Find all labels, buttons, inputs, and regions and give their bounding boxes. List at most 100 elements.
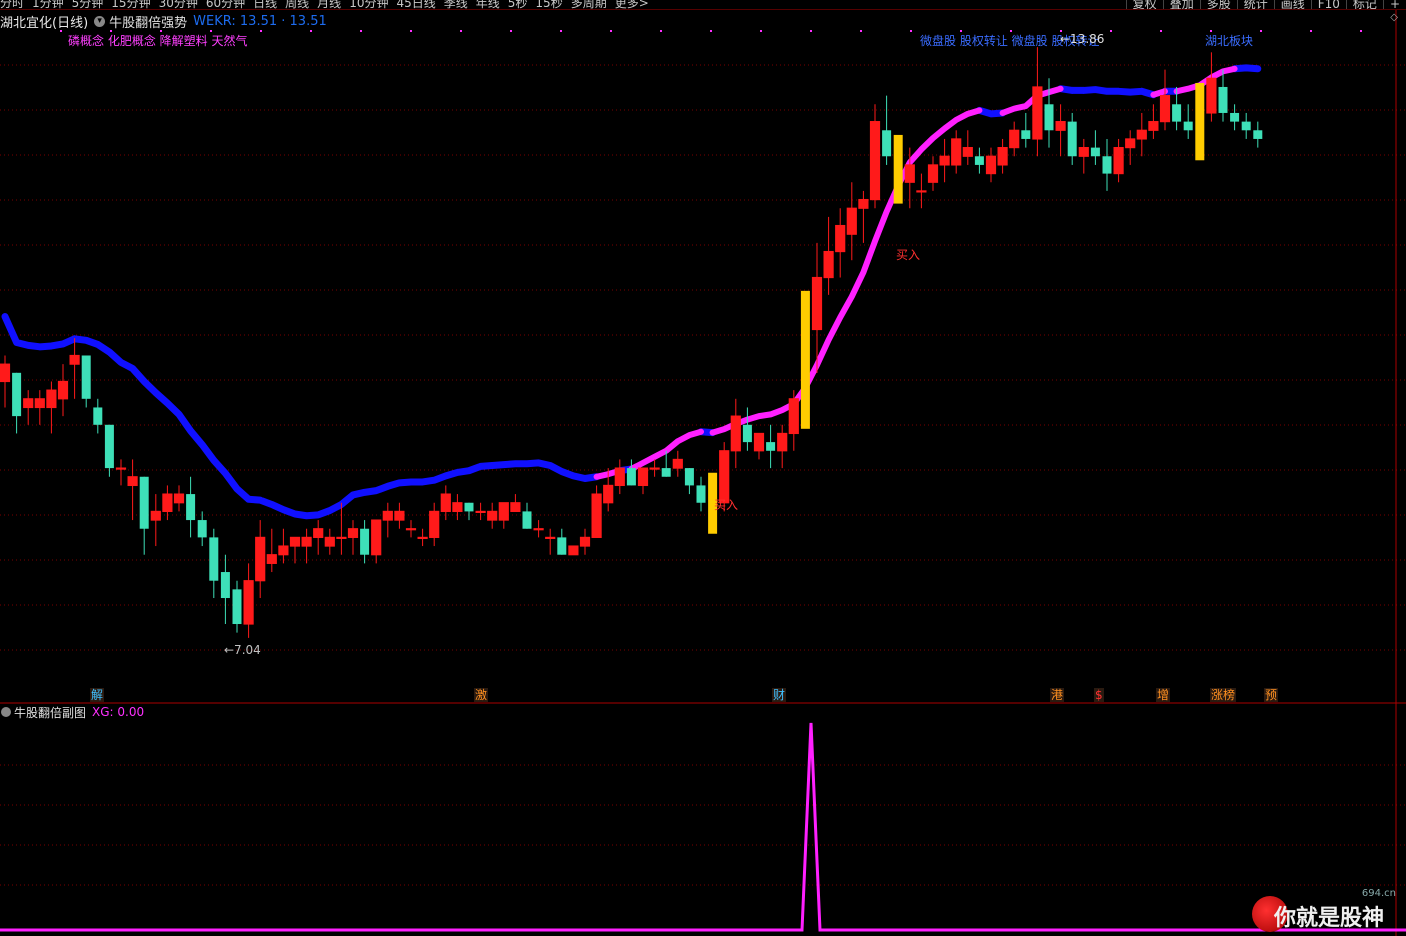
candle-body [1067, 121, 1077, 157]
tool-button-7[interactable]: + [1382, 0, 1406, 9]
candle-body [1125, 138, 1135, 148]
high-price-label: ←13.86 [1060, 32, 1105, 46]
candle-body [290, 537, 300, 547]
candle-body [963, 147, 973, 157]
candle-body [429, 511, 439, 538]
period-tab-5[interactable]: 60分钟 [206, 0, 253, 9]
tool-buttons: 复权 叠加 多股 统计 画线 F10 标记 + [1125, 0, 1406, 9]
tool-button-1[interactable]: 叠加 [1162, 0, 1200, 9]
sub-indicator-name[interactable]: 牛股翻倍副图 [14, 704, 86, 721]
candle-body [81, 355, 91, 399]
period-tab-1[interactable]: 1分钟 [32, 0, 72, 9]
candle-body [951, 138, 961, 165]
kline-chart[interactable] [0, 0, 1406, 936]
candle-body [46, 390, 56, 408]
low-price-label: ←7.04 [224, 643, 261, 657]
candle-body [1032, 86, 1042, 139]
period-tab-14[interactable]: 15秒 [535, 0, 570, 9]
candle-body [603, 485, 613, 503]
candle-body [684, 468, 694, 486]
candle-body [255, 537, 265, 581]
period-tab-11[interactable]: 季线 [444, 0, 476, 9]
period-tab-6[interactable]: 日线 [253, 0, 285, 9]
event-marker[interactable]: $ [1094, 688, 1104, 702]
tool-button-4[interactable]: 画线 [1273, 0, 1311, 9]
sub-indicator-dropdown-icon[interactable] [1, 707, 11, 717]
candle-body [12, 372, 22, 417]
watermark: 694.cn 你就是股神 [1248, 888, 1398, 932]
sub-indicator-value: XG: 0.00 [92, 705, 145, 719]
dot-marker [810, 30, 812, 32]
candle-body [847, 208, 857, 235]
candle-body [116, 468, 126, 470]
panel-expand-icon[interactable]: ◇ [1390, 12, 1398, 23]
event-marker[interactable]: 涨榜 [1210, 688, 1237, 702]
tool-button-6[interactable]: 标记 [1345, 0, 1383, 9]
period-tab-15[interactable]: 多周期 [571, 0, 615, 9]
candle-body [186, 494, 196, 521]
indicator-dropdown-icon[interactable]: ▾ [94, 15, 106, 27]
event-marker[interactable]: 增 [1156, 688, 1171, 702]
candle-body [986, 156, 996, 174]
candle-body [905, 164, 915, 183]
xg-signal-line [0, 722, 1406, 932]
candle-body [371, 520, 381, 555]
period-tab-9[interactable]: 10分钟 [349, 0, 396, 9]
period-tab-3[interactable]: 15分钟 [111, 0, 158, 9]
period-tab-0[interactable]: 分时 [0, 0, 32, 9]
candle-body [1253, 130, 1263, 139]
event-marker[interactable]: 港 [1050, 688, 1065, 702]
dot-marker [460, 30, 462, 32]
tool-button-2[interactable]: 多股 [1199, 0, 1237, 9]
tool-button-0[interactable]: 复权 [1125, 0, 1163, 9]
period-tab-10[interactable]: 45日线 [396, 0, 443, 9]
event-marker[interactable]: 财 [772, 688, 787, 702]
candle-body [615, 468, 625, 486]
dot-marker [710, 30, 712, 32]
candle-body [1206, 78, 1216, 113]
event-marker[interactable]: 预 [1264, 688, 1279, 702]
dot-marker [910, 30, 912, 32]
tool-button-3[interactable]: 统计 [1236, 0, 1274, 9]
candle-body [232, 589, 242, 625]
candle-body [360, 528, 370, 555]
candle-body [754, 433, 764, 451]
period-tab-7[interactable]: 周线 [285, 0, 317, 9]
candle-body [1183, 121, 1193, 131]
watermark-site: 694.cn [1361, 888, 1396, 899]
buy-signal-label: 买入 [714, 498, 739, 512]
candle-body [394, 511, 404, 521]
candle-body [974, 156, 984, 165]
candle-body [835, 225, 845, 252]
dot-marker [660, 30, 662, 32]
sector-tag: 湖北板块 [1205, 34, 1254, 48]
candle-body [348, 528, 358, 538]
candle-body [812, 277, 822, 330]
period-tab-2[interactable]: 5分钟 [72, 0, 112, 9]
tool-button-5[interactable]: F10 [1310, 0, 1346, 9]
candle-body [35, 398, 45, 408]
dot-marker [410, 30, 412, 32]
period-tab-16[interactable]: 更多> [615, 0, 657, 9]
period-tab-8[interactable]: 月线 [317, 0, 349, 9]
candle-body [267, 554, 277, 564]
event-marker[interactable]: 激 [474, 688, 489, 702]
indicator-name[interactable]: 牛股翻倍强势 [109, 12, 187, 31]
candle-body [244, 580, 254, 625]
period-tab-4[interactable]: 30分钟 [159, 0, 206, 9]
candle-body [209, 537, 219, 581]
period-tabs: 分时 1分钟 5分钟 15分钟 30分钟 60分钟 日线 周线 月线 10分钟 45日线 季线 年线 5秒… [0, 0, 657, 9]
candle-body [336, 537, 346, 539]
period-tab-13[interactable]: 5秒 [508, 0, 536, 9]
period-tab-12[interactable]: 年线 [476, 0, 508, 9]
dot-marker [860, 30, 862, 32]
candle-body [1137, 130, 1147, 139]
candle-body [580, 537, 590, 547]
candle-body [1090, 147, 1100, 157]
stock-title[interactable]: 湖北宜化(日线) [0, 12, 88, 31]
event-marker[interactable]: 解 [90, 688, 105, 702]
candle-body [476, 511, 486, 513]
dot-marker [310, 30, 312, 32]
candle-body [162, 494, 172, 512]
dot-marker [1110, 30, 1112, 32]
